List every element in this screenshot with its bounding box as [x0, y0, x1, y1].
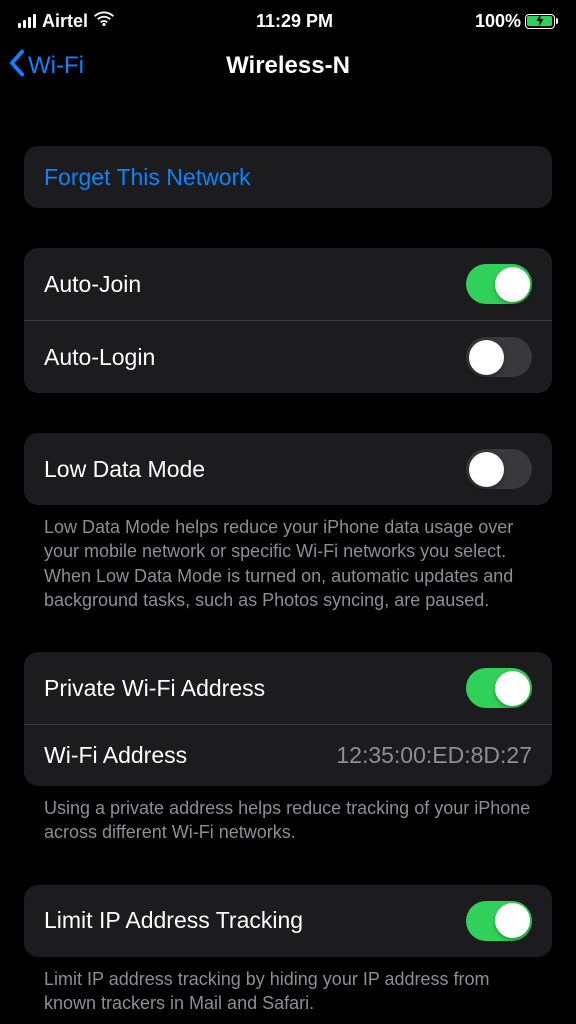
low-data-mode-row: Low Data Mode: [24, 433, 552, 505]
section-auto: Auto-Join Auto-Login: [24, 248, 552, 393]
back-button[interactable]: Wi-Fi: [8, 49, 84, 84]
section-forget: Forget This Network: [24, 146, 552, 208]
wifi-address-value: 12:35:00:ED:8D:27: [336, 742, 532, 769]
wifi-address-label: Wi-Fi Address: [44, 742, 187, 769]
section-private-address: Private Wi-Fi Address Wi-Fi Address 12:3…: [24, 652, 552, 845]
status-bar: Airtel 11:29 PM 100%: [0, 0, 576, 36]
private-wifi-label: Private Wi-Fi Address: [44, 675, 265, 702]
auto-join-toggle[interactable]: [466, 264, 532, 304]
private-wifi-toggle[interactable]: [466, 668, 532, 708]
auto-login-toggle[interactable]: [466, 337, 532, 377]
status-left: Airtel: [18, 11, 114, 32]
limit-tracking-footer: Limit IP address tracking by hiding your…: [24, 957, 552, 1016]
wifi-icon: [94, 11, 114, 32]
chevron-left-icon: [8, 49, 26, 84]
nav-header: Wi-Fi Wireless-N: [0, 36, 576, 96]
section-limit-tracking: Limit IP Address Tracking Limit IP addre…: [24, 885, 552, 1016]
auto-join-row: Auto-Join: [24, 248, 552, 320]
low-data-mode-label: Low Data Mode: [44, 456, 205, 483]
carrier-label: Airtel: [42, 11, 88, 32]
charging-bolt-icon: [535, 14, 544, 28]
battery-icon: [525, 14, 558, 29]
wifi-address-row: Wi-Fi Address 12:35:00:ED:8D:27: [24, 724, 552, 786]
cellular-signal-icon: [18, 14, 36, 28]
private-address-footer: Using a private address helps reduce tra…: [24, 786, 552, 845]
content: Forget This Network Auto-Join Auto-Login…: [0, 146, 576, 1015]
auto-login-label: Auto-Login: [44, 344, 155, 371]
auto-join-label: Auto-Join: [44, 271, 141, 298]
private-wifi-row: Private Wi-Fi Address: [24, 652, 552, 724]
forget-network-button[interactable]: Forget This Network: [24, 146, 552, 208]
battery-percent: 100%: [475, 11, 521, 32]
limit-tracking-row: Limit IP Address Tracking: [24, 885, 552, 957]
section-low-data: Low Data Mode Low Data Mode helps reduce…: [24, 433, 552, 612]
status-time: 11:29 PM: [256, 11, 333, 32]
limit-tracking-toggle[interactable]: [466, 901, 532, 941]
back-label: Wi-Fi: [28, 52, 84, 80]
auto-login-row: Auto-Login: [24, 320, 552, 393]
low-data-footer: Low Data Mode helps reduce your iPhone d…: [24, 505, 552, 612]
forget-network-label: Forget This Network: [44, 164, 251, 191]
page-title: Wireless-N: [226, 52, 350, 80]
low-data-mode-toggle[interactable]: [466, 449, 532, 489]
status-right: 100%: [475, 11, 558, 32]
limit-tracking-label: Limit IP Address Tracking: [44, 907, 303, 934]
